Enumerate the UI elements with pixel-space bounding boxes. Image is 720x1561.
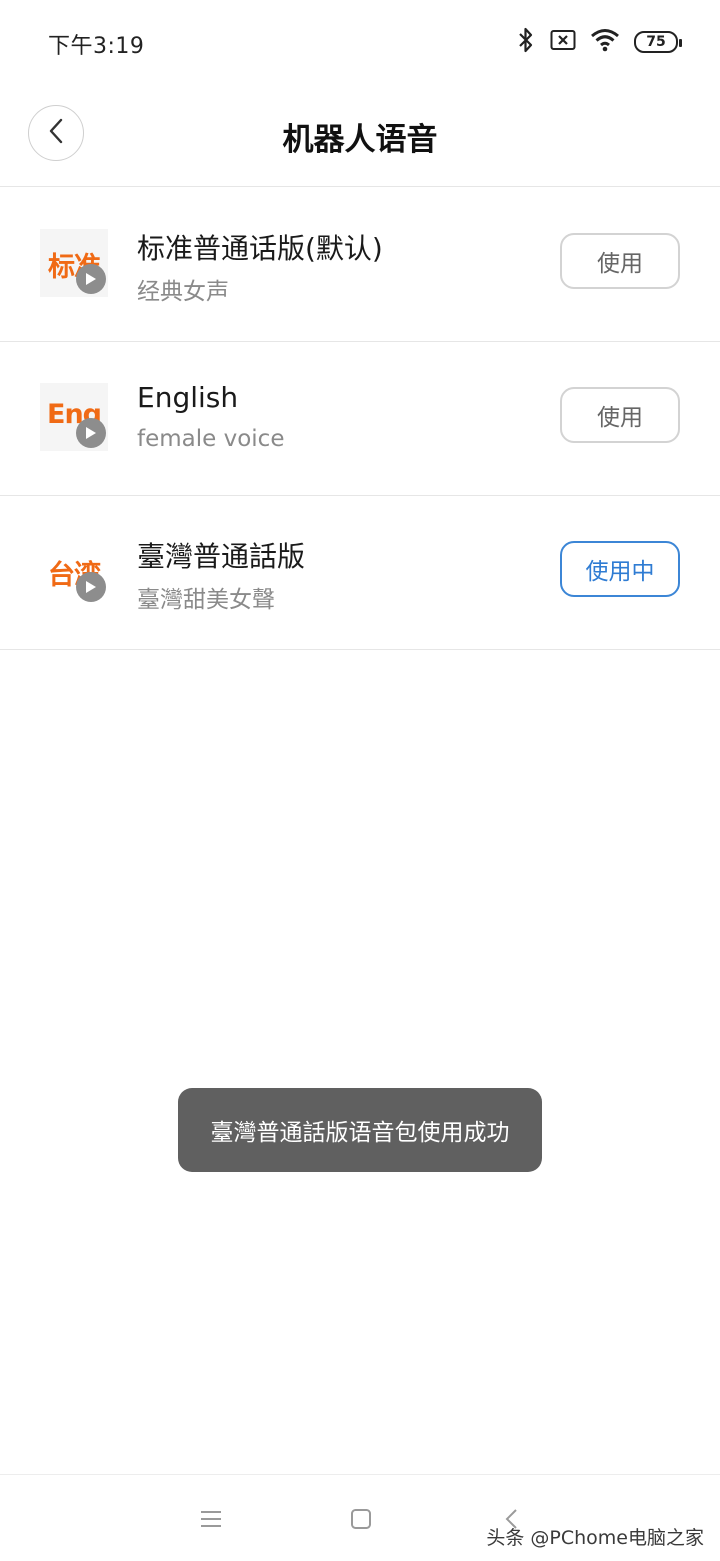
play-icon[interactable] xyxy=(76,264,106,294)
voice-title: 臺灣普通話版 xyxy=(137,540,306,573)
toast-message: 臺灣普通話版语音包使用成功 xyxy=(178,1088,542,1172)
voice-title: 标准普通话版(默认) xyxy=(137,232,383,265)
status-time: 下午3:19 xyxy=(48,34,145,59)
bluetooth-icon xyxy=(516,26,536,58)
voice-subtitle: female voice xyxy=(137,426,285,452)
menu-icon[interactable] xyxy=(195,1503,227,1535)
status-bar: 下午3:19 75 xyxy=(0,0,720,84)
play-icon[interactable] xyxy=(76,418,106,448)
battery-icon: 75 xyxy=(634,31,682,53)
voice-row-english[interactable]: Eng English female voice 使用 xyxy=(0,341,720,496)
wifi-icon xyxy=(590,28,620,56)
voice-title: English xyxy=(137,381,239,414)
header: 机器人语音 xyxy=(0,84,720,187)
watermark: 头条 @PChome电脑之家 xyxy=(486,1527,704,1549)
voice-row-taiwan[interactable]: 台湾 臺灣普通話版 臺灣甜美女聲 使用中 xyxy=(0,495,720,650)
voice-row-standard[interactable]: 标准 标准普通话版(默认) 经典女声 使用 xyxy=(0,187,720,342)
use-button[interactable]: 使用 xyxy=(560,387,680,443)
voice-thumbnail[interactable]: 标准 xyxy=(40,229,108,297)
use-button[interactable]: 使用 xyxy=(560,233,680,289)
home-square-icon[interactable] xyxy=(345,1503,377,1535)
voice-thumbnail[interactable]: Eng xyxy=(40,383,108,451)
bottom-navigation: 头条 @PChome电脑之家 xyxy=(0,1474,720,1561)
voice-subtitle: 臺灣甜美女聲 xyxy=(137,587,275,613)
page-title: 机器人语音 xyxy=(282,122,438,158)
in-use-button[interactable]: 使用中 xyxy=(560,541,680,597)
voice-subtitle: 经典女声 xyxy=(137,279,229,305)
play-icon[interactable] xyxy=(76,572,106,602)
status-icons: 75 xyxy=(516,26,682,58)
sim-x-icon xyxy=(550,29,576,55)
voice-thumbnail[interactable]: 台湾 xyxy=(40,537,108,605)
